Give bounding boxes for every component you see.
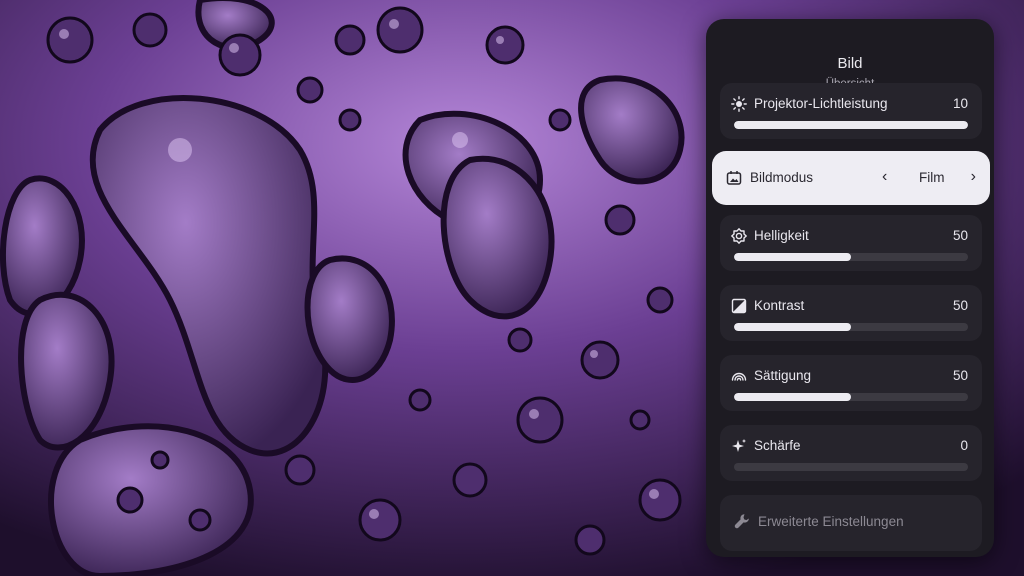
setting-value: 50 bbox=[952, 298, 968, 313]
setting-label: Sättigung bbox=[754, 368, 812, 383]
setting-contrast[interactable]: Kontrast 50 bbox=[720, 285, 982, 341]
sparkle-icon bbox=[731, 438, 747, 454]
chevron-left-icon[interactable]: ‹ bbox=[882, 168, 887, 186]
setting-value: 10 bbox=[952, 96, 968, 111]
setting-value: 50 bbox=[952, 228, 968, 243]
slider-fill bbox=[734, 323, 851, 331]
slider-track[interactable] bbox=[734, 121, 968, 129]
slider-fill bbox=[734, 253, 851, 261]
picture-mode-value: Film bbox=[919, 170, 945, 185]
setting-label: Kontrast bbox=[754, 298, 805, 313]
setting-projector-light-output[interactable]: Projektor-Lichtleistung 10 bbox=[720, 83, 982, 139]
setting-value: 0 bbox=[960, 438, 968, 453]
slider-track[interactable] bbox=[734, 463, 968, 471]
slider-fill bbox=[734, 121, 968, 129]
setting-sharpness[interactable]: Schärfe 0 bbox=[720, 425, 982, 481]
brightness-icon bbox=[731, 228, 747, 244]
sun-icon bbox=[731, 96, 747, 112]
chevron-right-icon[interactable]: › bbox=[971, 168, 976, 186]
panel-title: Bild bbox=[837, 55, 863, 72]
slider-track[interactable] bbox=[734, 393, 968, 401]
advanced-settings-label: Erweiterte Einstellungen bbox=[758, 514, 904, 529]
advanced-settings-button[interactable]: Erweiterte Einstellungen bbox=[720, 495, 982, 551]
saturation-icon bbox=[731, 368, 747, 384]
setting-picture-mode[interactable]: Bildmodus ‹ Film › bbox=[712, 151, 990, 205]
picture-settings-panel: Bild Übersicht Projektor-Lichtleistung 1… bbox=[706, 19, 994, 557]
setting-label: Projektor-Lichtleistung bbox=[754, 96, 888, 111]
slider-track[interactable] bbox=[734, 323, 968, 331]
contrast-icon bbox=[731, 298, 747, 314]
setting-value: 50 bbox=[952, 368, 968, 383]
setting-label: Bildmodus bbox=[750, 170, 814, 185]
setting-saturation[interactable]: Sättigung 50 bbox=[720, 355, 982, 411]
setting-label: Helligkeit bbox=[754, 228, 809, 243]
setting-brightness[interactable]: Helligkeit 50 bbox=[720, 215, 982, 271]
slider-fill bbox=[734, 393, 851, 401]
picture-mode-icon bbox=[726, 170, 742, 186]
wrench-icon bbox=[734, 513, 750, 529]
slider-track[interactable] bbox=[734, 253, 968, 261]
setting-label: Schärfe bbox=[754, 438, 801, 453]
